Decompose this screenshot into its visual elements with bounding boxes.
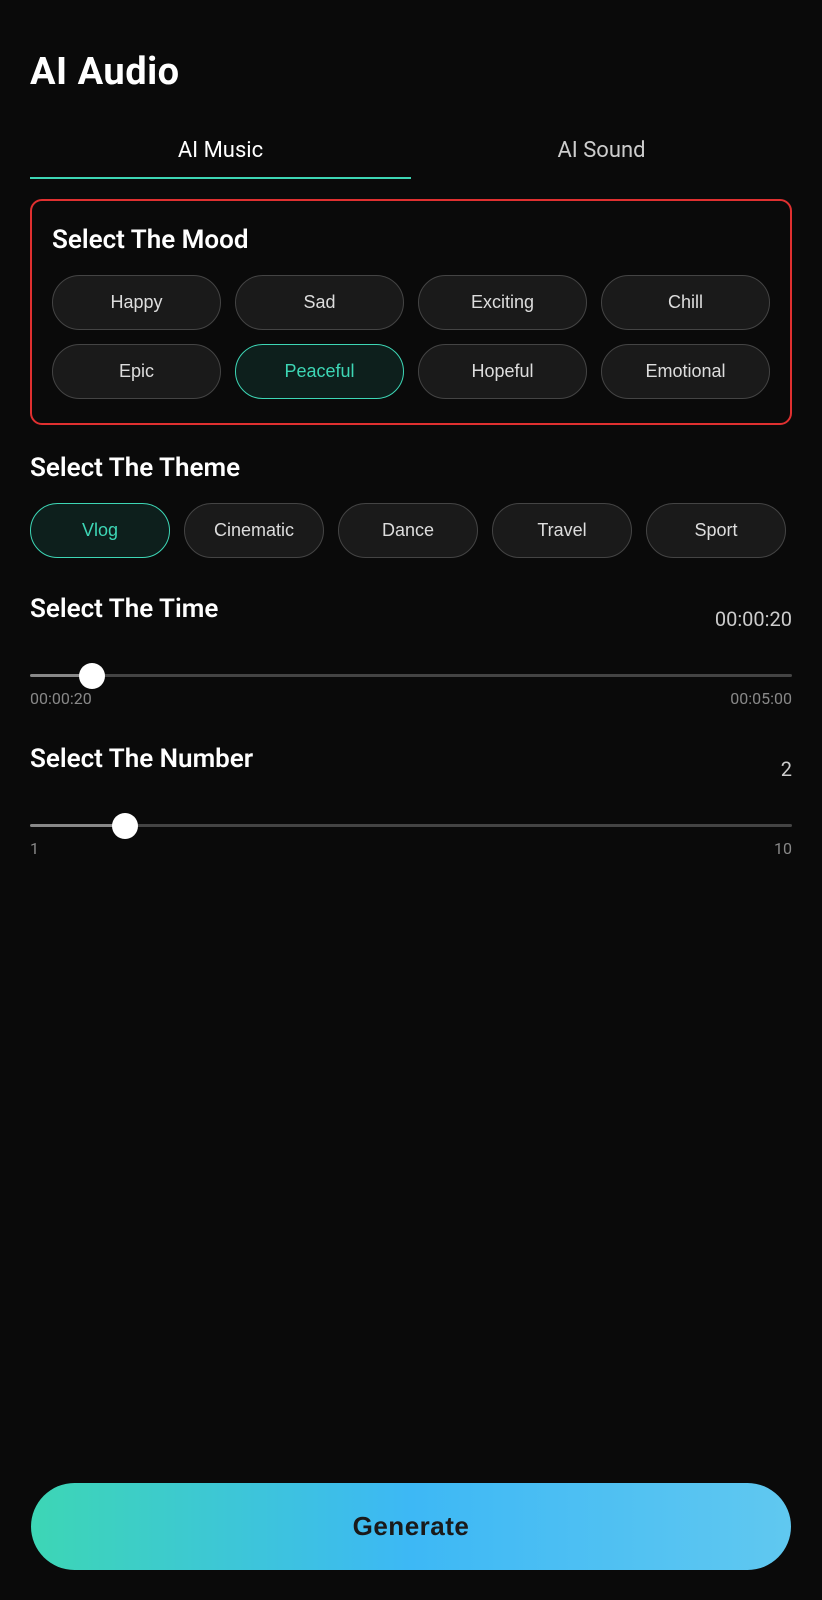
theme-section-title: Select The Theme xyxy=(30,453,792,483)
time-slider[interactable] xyxy=(30,674,792,677)
number-current-value: 2 xyxy=(781,757,792,781)
mood-btn-happy[interactable]: Happy xyxy=(52,275,221,330)
generate-button[interactable]: Generate xyxy=(31,1483,791,1570)
number-section: Select The Number 2 1 10 xyxy=(30,744,792,858)
number-max-label: 10 xyxy=(774,839,792,858)
theme-btn-sport[interactable]: Sport xyxy=(646,503,786,558)
generate-btn-container: Generate xyxy=(31,1483,791,1570)
time-min-label: 00:00:20 xyxy=(30,689,92,708)
number-section-title: Select The Number xyxy=(30,744,253,774)
tab-ai-music[interactable]: AI Music xyxy=(30,124,411,179)
theme-btn-travel[interactable]: Travel xyxy=(492,503,632,558)
theme-btn-dance[interactable]: Dance xyxy=(338,503,478,558)
mood-btn-sad[interactable]: Sad xyxy=(235,275,404,330)
time-section-title: Select The Time xyxy=(30,594,218,624)
tabs-container: AI Music AI Sound xyxy=(30,124,792,179)
number-min-label: 1 xyxy=(30,839,39,858)
time-header-row: Select The Time 00:00:20 xyxy=(30,594,792,644)
mood-btn-chill[interactable]: Chill xyxy=(601,275,770,330)
time-section: Select The Time 00:00:20 00:00:20 00:05:… xyxy=(30,594,792,708)
time-current-value: 00:00:20 xyxy=(715,607,792,631)
number-slider[interactable] xyxy=(30,824,792,827)
time-max-label: 00:05:00 xyxy=(730,689,792,708)
mood-btn-hopeful[interactable]: Hopeful xyxy=(418,344,587,399)
mood-section-title: Select The Mood xyxy=(52,225,770,255)
mood-section: Select The Mood Happy Sad Exciting Chill… xyxy=(30,199,792,425)
mood-btn-emotional[interactable]: Emotional xyxy=(601,344,770,399)
theme-section: Select The Theme Vlog Cinematic Dance Tr… xyxy=(30,453,792,558)
time-slider-labels: 00:00:20 00:05:00 xyxy=(30,689,792,708)
tab-ai-sound[interactable]: AI Sound xyxy=(411,124,792,179)
number-slider-labels: 1 10 xyxy=(30,839,792,858)
mood-btn-epic[interactable]: Epic xyxy=(52,344,221,399)
mood-grid: Happy Sad Exciting Chill Epic Peaceful H… xyxy=(52,275,770,399)
theme-grid: Vlog Cinematic Dance Travel Sport xyxy=(30,503,792,558)
theme-btn-cinematic[interactable]: Cinematic xyxy=(184,503,324,558)
theme-btn-vlog[interactable]: Vlog xyxy=(30,503,170,558)
page-title: AI Audio xyxy=(30,50,792,94)
number-header-row: Select The Number 2 xyxy=(30,744,792,794)
mood-btn-exciting[interactable]: Exciting xyxy=(418,275,587,330)
mood-btn-peaceful[interactable]: Peaceful xyxy=(235,344,404,399)
